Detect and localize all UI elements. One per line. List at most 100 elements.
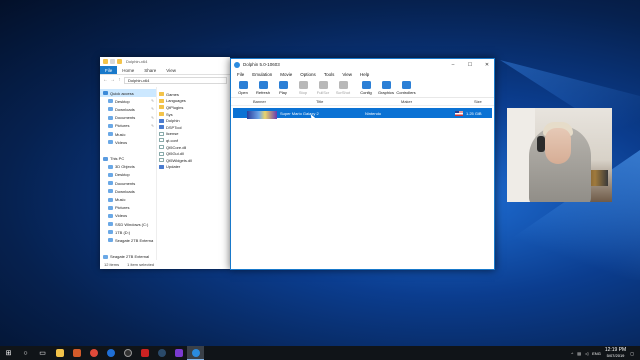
pictures-icon (108, 123, 113, 128)
nav-item-1tb-d[interactable]: 1TB (D:) (100, 228, 156, 236)
nav-item-documents[interactable]: Documents ✎ (100, 114, 156, 122)
nav-item-desktop[interactable]: Desktop (100, 171, 156, 179)
back-arrow-icon[interactable]: ← (103, 77, 108, 83)
file-item-qt5core-dll[interactable]: Qt5Core.dll (159, 144, 230, 151)
new-folder-icon[interactable] (117, 59, 122, 64)
column-size[interactable]: Size (474, 99, 482, 104)
nav-item-videos[interactable]: Videos (100, 138, 156, 146)
nav-item-3d-objects[interactable]: 3D Objects (100, 163, 156, 171)
maximize-button[interactable]: ☐ (463, 59, 477, 70)
explorer-titlebar[interactable]: Dolphin-x64 (100, 57, 230, 66)
dolphin-window[interactable]: Dolphin 5.0-10603 – ☐ ✕ File Emulation Mov… (230, 58, 495, 270)
game-maker: Nintendo (365, 110, 382, 116)
language-indicator[interactable]: ENG (592, 351, 601, 356)
column-banner[interactable]: Banner (253, 99, 266, 104)
notifications-icon[interactable]: ▢ (630, 351, 634, 356)
ribbon-tab-file[interactable]: File (100, 66, 118, 74)
quick-access-toolbar-icon[interactable] (110, 59, 115, 64)
scrshot-button[interactable]: ScrShot (333, 79, 353, 95)
nav-item-pictures[interactable]: Pictures ✎ (100, 122, 156, 130)
config-button[interactable]: Config (356, 79, 376, 95)
file-item-sys[interactable]: Sys (159, 111, 230, 118)
search-icon[interactable]: ○ (17, 346, 34, 360)
menu-help[interactable]: Help (356, 72, 373, 77)
column-title[interactable]: Title (316, 99, 323, 104)
forward-arrow-icon[interactable]: → (110, 77, 115, 83)
file-name: Languages (166, 98, 186, 104)
explorer-window[interactable]: Dolphin-x64 File Home Share View ← → ↑ D… (100, 57, 230, 269)
start-button[interactable]: ⊞ (0, 346, 17, 360)
nav-item-music[interactable]: Music (100, 195, 156, 203)
open-button[interactable]: Open (233, 79, 253, 95)
nav-item-blank (100, 245, 156, 253)
file-item-updater[interactable]: Updater (159, 164, 230, 171)
file-item-qt5widgets-dll[interactable]: Qt5Widgets.dll (159, 157, 230, 164)
app-taskbar-icon[interactable] (68, 346, 85, 360)
file-explorer-taskbar-icon[interactable] (51, 346, 68, 360)
file-item-games[interactable]: Games (159, 91, 230, 98)
fullscr-button[interactable]: FullScr (313, 79, 333, 95)
menu-tools[interactable]: Tools (320, 72, 339, 77)
dolphin-titlebar[interactable]: Dolphin 5.0-10603 – ☐ ✕ (231, 59, 494, 70)
file-item-license[interactable]: license (159, 131, 230, 138)
chrome-taskbar-icon[interactable] (85, 346, 102, 360)
ribbon-tab-share[interactable]: Share (139, 66, 161, 74)
up-arrow-icon[interactable]: ↑ (117, 77, 122, 83)
media-taskbar-icon[interactable] (136, 346, 153, 360)
nav-item-downloads[interactable]: Downloads ✎ (100, 105, 156, 113)
file-item-languages[interactable]: Languages (159, 98, 230, 105)
file-item-qt-conf[interactable]: qt.conf (159, 137, 230, 144)
steam-taskbar-icon[interactable] (153, 346, 170, 360)
minimize-button[interactable]: – (446, 59, 460, 70)
us-flag-icon (455, 110, 463, 116)
clock[interactable]: 12:19 PM 5/07/2019 (605, 348, 626, 359)
menu-options[interactable]: Options (296, 72, 320, 77)
nav-item-pictures[interactable]: Pictures (100, 204, 156, 212)
play-button[interactable]: Play (273, 79, 293, 95)
column-maker[interactable]: Maker (401, 99, 412, 104)
nav-item-label: Videos (115, 139, 128, 145)
close-button[interactable]: ✕ (480, 59, 494, 70)
volume-icon[interactable]: ◁ (585, 351, 588, 356)
game-row[interactable]: Super Mario Galaxy 2 Nintendo 1.25 GiB (233, 108, 492, 119)
refresh-button[interactable]: Refresh (253, 79, 273, 95)
nav-item-quick-access[interactable]: Quick access (100, 89, 156, 98)
file-item-qtplugins[interactable]: QtPlugins (159, 104, 230, 111)
seagate-2tb-external-icon (103, 254, 108, 259)
browser-taskbar-icon[interactable] (102, 346, 119, 360)
nav-item-label: Desktop (115, 98, 130, 104)
address-bar[interactable]: Dolphin-x64 (124, 76, 227, 84)
menu-file[interactable]: File (233, 72, 248, 77)
file-icon (159, 138, 164, 143)
menu-emulation[interactable]: Emulation (248, 72, 276, 77)
nav-item-videos[interactable]: Videos (100, 212, 156, 220)
obs-taskbar-icon[interactable] (119, 346, 136, 360)
nav-item-ssd-windows-c[interactable]: SSD Windows (C:) (100, 220, 156, 228)
dolphin-taskbar-icon[interactable] (187, 346, 204, 360)
app-taskbar-icon[interactable] (170, 346, 187, 360)
nav-item-downloads[interactable]: Downloads (100, 187, 156, 195)
toolbar-label: Stop (298, 90, 308, 95)
nav-item-this-pc[interactable]: This PC (100, 155, 156, 163)
stop-button[interactable]: Stop (293, 79, 313, 95)
file-name: Games (166, 91, 179, 97)
menu-view[interactable]: View (338, 72, 356, 77)
file-item-qt5gui-dll[interactable]: Qt5Gui.dll (159, 150, 230, 157)
task-view-icon[interactable]: ▭ (34, 346, 51, 360)
controllers-button[interactable]: Controllers (396, 79, 416, 95)
menu-movie[interactable]: Movie (276, 72, 296, 77)
nav-item-documents[interactable]: Documents (100, 179, 156, 187)
ribbon-tab-home[interactable]: Home (117, 66, 139, 74)
file-item-dsptool[interactable]: DSPTool (159, 124, 230, 131)
nav-item-seagate-2tb-externa[interactable]: Seagate 2TB Externa (100, 236, 156, 244)
file-item-dolphin[interactable]: Dolphin (159, 117, 230, 124)
nav-item-music[interactable]: Music (100, 130, 156, 138)
tray-chevron-icon[interactable]: ^ (571, 351, 573, 356)
nav-item-label: Documents (115, 115, 136, 121)
network-icon[interactable]: ▤ (577, 351, 581, 356)
documents-icon (108, 115, 113, 120)
seagate-2tb-externa-icon (108, 238, 113, 243)
graphics-button[interactable]: Graphics (376, 79, 396, 95)
nav-item-desktop[interactable]: Desktop ✎ (100, 97, 156, 105)
ribbon-tab-view[interactable]: View (161, 66, 181, 74)
